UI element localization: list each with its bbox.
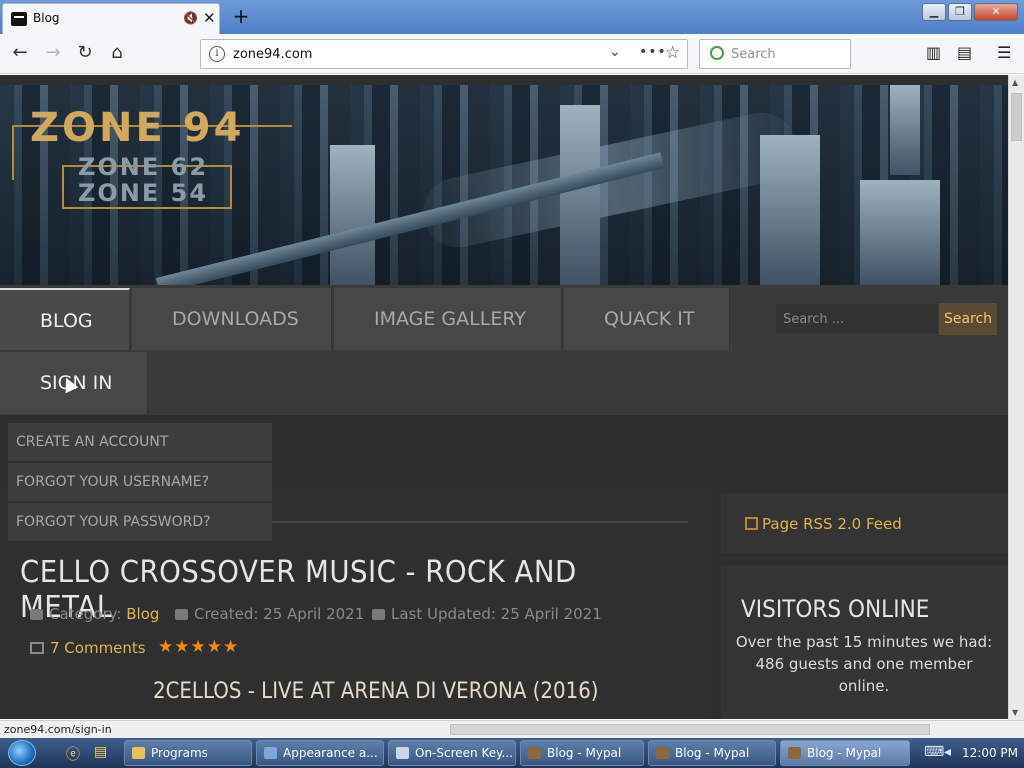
keyboard-tray-icon[interactable]: ⌨ (924, 744, 944, 760)
rss-link[interactable]: Page RSS 2.0 Feed (745, 515, 902, 533)
category-link[interactable]: Blog (126, 605, 159, 623)
task-blog-mypal-1[interactable]: Blog - Mypal (520, 740, 644, 766)
control-panel-icon (264, 747, 277, 759)
web-page: ZONE 94 ZONE 62 ZONE 54 BLOG DOWNLOADS I… (0, 75, 1008, 719)
horizontal-scroll-thumb[interactable] (450, 724, 930, 735)
site-logo[interactable]: ZONE 94 (30, 105, 244, 151)
site-search-button[interactable]: Search (939, 303, 997, 335)
search-engine-icon (710, 46, 724, 60)
sidebar-toggle-icon[interactable]: ▤ (957, 43, 972, 62)
reload-button[interactable]: ↻ (73, 42, 97, 66)
browser-search-placeholder: Search (731, 47, 776, 62)
article-updated: Last Updated: 25 April 2021 (372, 605, 602, 623)
logo-line-3: ZONE 54 (78, 179, 209, 207)
task-appearance[interactable]: Appearance a... (256, 740, 384, 766)
back-button[interactable]: ← (8, 42, 32, 66)
chevron-down-icon[interactable]: ⌄ (609, 44, 621, 60)
create-account-link[interactable]: CREATE AN ACCOUNT (8, 423, 272, 461)
site-favicon-icon (11, 12, 27, 26)
logo-line-2: ZONE 62 (78, 153, 209, 181)
calendar-icon (372, 609, 385, 620)
task-blog-mypal-3[interactable]: Blog - Mypal (780, 740, 910, 766)
rss-module: Page RSS 2.0 Feed (721, 493, 1008, 553)
main-navigation: BLOG DOWNLOADS IMAGE GALLERY QUACK IT SI… (0, 285, 1008, 415)
visitors-text: Over the past 15 minutes we had: 486 gue… (735, 633, 993, 695)
close-tab-icon[interactable]: ✕ (203, 9, 216, 27)
status-bar: zone94.com/sign-in (0, 720, 1024, 738)
start-button[interactable] (8, 740, 36, 766)
address-text[interactable]: zone94.com (233, 47, 312, 62)
task-label: Blog - Mypal (807, 746, 882, 760)
task-programs[interactable]: Programs (124, 740, 252, 766)
volume-icon[interactable]: ◂ (944, 744, 951, 760)
folder-icon (132, 747, 145, 759)
task-label: Blog - Mypal (675, 746, 750, 760)
article-created: Created: 25 April 2021 (175, 605, 364, 623)
article-category: Category: Blog (30, 605, 159, 623)
window-controls: ▁ ❐ ✕ (922, 3, 1018, 21)
ie-icon[interactable]: ⓔ (66, 744, 80, 764)
keyboard-icon (396, 747, 409, 759)
task-label: On-Screen Key... (415, 746, 513, 760)
site-banner: ZONE 94 ZONE 62 ZONE 54 (0, 85, 1008, 294)
mypal-icon (528, 747, 541, 759)
nav-quack-it[interactable]: QUACK IT (564, 288, 730, 350)
task-label: Programs (151, 746, 208, 760)
forgot-password-link[interactable]: FORGOT YOUR PASSWORD? (8, 503, 272, 541)
page-actions-icon[interactable]: ••• (639, 44, 667, 60)
visitors-title: VISITORS ONLINE (741, 595, 930, 623)
updated-date: Last Updated: 25 April 2021 (391, 605, 602, 623)
task-label: Appearance a... (283, 746, 378, 760)
category-label: Category: (49, 605, 122, 623)
bookmark-star-icon[interactable]: ☆ (665, 43, 680, 63)
article-subtitle: 2CELLOS - LIVE AT ARENA DI VERONA (2016) (153, 679, 599, 704)
rating-stars[interactable]: ★★★★★ (158, 637, 239, 657)
scroll-thumb[interactable] (1011, 93, 1022, 141)
forgot-username-link[interactable]: FORGOT YOUR USERNAME? (8, 463, 272, 501)
comments-count[interactable]: 7 Comments (50, 639, 146, 657)
browser-search-input[interactable]: Search (699, 39, 851, 69)
calendar-icon (175, 609, 188, 620)
scroll-up-icon[interactable]: ▲ (1012, 78, 1018, 87)
rss-label[interactable]: Page RSS 2.0 Feed (762, 515, 902, 533)
taskbar: ⓔ ▤ Programs Appearance a... On-Screen K… (0, 738, 1024, 768)
explorer-icon[interactable]: ▤ (94, 744, 107, 760)
taskbar-clock[interactable]: 12:00 PM (962, 746, 1018, 760)
task-label: Blog - Mypal (547, 746, 622, 760)
nav-blog[interactable]: BLOG (0, 288, 130, 350)
site-info-icon[interactable]: i (209, 46, 225, 62)
visitors-module: VISITORS ONLINE Over the past 15 minutes… (721, 565, 1008, 719)
task-onscreen-keyboard[interactable]: On-Screen Key... (388, 740, 516, 766)
nav-downloads[interactable]: DOWNLOADS (132, 288, 332, 350)
comment-icon (30, 642, 44, 654)
comments-link[interactable]: 7 Comments (30, 639, 146, 657)
created-date: Created: 25 April 2021 (194, 605, 365, 623)
mypal-icon (788, 747, 801, 759)
rss-icon (745, 517, 758, 530)
nav-image-gallery[interactable]: IMAGE GALLERY (334, 288, 562, 350)
vertical-scrollbar[interactable]: ▲ ▼ (1008, 75, 1024, 720)
forward-button[interactable]: → (41, 42, 65, 66)
mypal-icon (656, 747, 669, 759)
status-url: zone94.com/sign-in (4, 723, 112, 736)
maximize-button[interactable]: ❐ (948, 3, 972, 21)
site-search-input[interactable]: Search ... (775, 303, 939, 335)
home-button[interactable]: ⌂ (105, 42, 129, 66)
minimize-button[interactable]: ▁ (922, 3, 946, 21)
close-window-button[interactable]: ✕ (974, 3, 1018, 21)
address-bar[interactable]: i zone94.com ⌄ ••• ☆ (200, 39, 688, 69)
tab-blog[interactable]: Blog 🔇 ✕ (2, 3, 220, 34)
tab-title: Blog (33, 11, 60, 25)
tab-strip: Blog 🔇 ✕ + ▁ ❐ ✕ (0, 0, 1024, 34)
new-tab-button[interactable]: + (230, 4, 252, 28)
folder-icon (30, 609, 43, 620)
mute-tab-icon[interactable]: 🔇 (183, 11, 198, 25)
scroll-down-icon[interactable]: ▼ (1012, 708, 1018, 717)
task-blog-mypal-2[interactable]: Blog - Mypal (648, 740, 776, 766)
menu-hamburger-icon[interactable]: ☰ (997, 43, 1011, 62)
library-icon[interactable]: ▥ (926, 43, 941, 62)
browser-toolbar: ← → ↻ ⌂ i zone94.com ⌄ ••• ☆ Search ▥ ▤ … (0, 34, 1024, 74)
sign-in-dropdown: CREATE AN ACCOUNT FORGOT YOUR USERNAME? … (8, 423, 272, 543)
